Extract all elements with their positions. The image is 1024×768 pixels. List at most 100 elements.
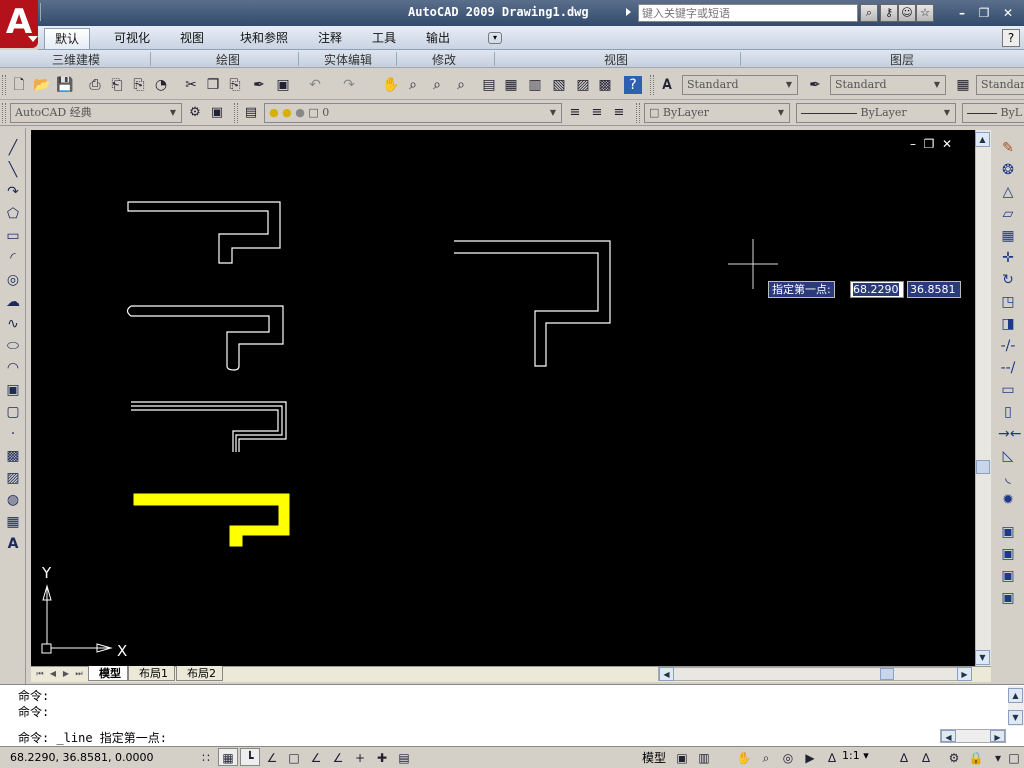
last-layout-icon[interactable]: ⏭: [73, 667, 85, 680]
panel-solid-edit[interactable]: 实体编辑: [324, 51, 372, 68]
next-layout-icon[interactable]: ▶: [60, 667, 72, 680]
toolbar-lock-icon[interactable]: ▣: [208, 104, 226, 122]
calculator-icon[interactable]: ▩: [596, 76, 614, 94]
help-icon[interactable]: ?: [624, 76, 642, 94]
block-editor-icon[interactable]: ▣: [274, 76, 292, 94]
drawing-area[interactable]: Y X: [31, 130, 975, 666]
quick-access-toolbar[interactable]: [40, 3, 52, 21]
extend-icon[interactable]: --/: [998, 358, 1018, 378]
lock-icon[interactable]: 🔒: [966, 748, 986, 766]
minimize-icon[interactable]: –: [954, 6, 970, 20]
layer-manager-icon[interactable]: ▤: [242, 104, 260, 122]
restore-icon[interactable]: ❐: [976, 6, 992, 20]
layer-select[interactable]: ● ● ● □ 0 ▼: [264, 103, 562, 123]
annotation-visibility-icon[interactable]: ∆: [894, 748, 914, 766]
explode-icon[interactable]: ✹: [998, 490, 1018, 510]
ortho-mode-icon[interactable]: ┗: [240, 748, 260, 766]
viewport-restore-icon[interactable]: ❐: [924, 137, 935, 151]
clean-screen-icon[interactable]: □: [1004, 748, 1024, 766]
zoom-realtime-icon[interactable]: ⌕: [404, 76, 422, 94]
previous-layout-icon[interactable]: ◀: [47, 667, 59, 680]
quick-view-layouts-icon[interactable]: ▣: [672, 748, 692, 766]
panel-3d-modeling[interactable]: 三维建模: [52, 51, 100, 68]
object-snap-tracking-icon[interactable]: ∠: [306, 748, 326, 766]
cut-icon[interactable]: ✂: [182, 76, 200, 94]
tab-view[interactable]: 视图: [170, 28, 214, 49]
break-icon[interactable]: ▯: [998, 402, 1018, 422]
plot-preview-icon[interactable]: ⎗: [108, 76, 126, 94]
tab-tools[interactable]: 工具: [362, 28, 406, 49]
search-icon[interactable]: ⌕: [860, 4, 878, 22]
dynamic-input-icon[interactable]: +: [350, 748, 370, 766]
scroll-left-icon[interactable]: ◀: [659, 667, 674, 681]
offset-icon[interactable]: ▱: [998, 204, 1018, 224]
help-icon[interactable]: ?: [1002, 29, 1020, 47]
panel-draw[interactable]: 绘图: [216, 51, 240, 68]
annotation-scale-value[interactable]: 1:1 ▾: [842, 749, 869, 762]
tab-model[interactable]: 模型: [88, 666, 128, 681]
spline-icon[interactable]: ∿: [4, 314, 22, 334]
tab-output[interactable]: 输出: [416, 28, 460, 49]
scroll-left-icon[interactable]: ◀: [941, 730, 956, 742]
save-icon[interactable]: 💾: [56, 76, 74, 94]
circle-icon[interactable]: ◎: [4, 270, 22, 290]
fillet-icon[interactable]: ◟: [998, 468, 1018, 488]
match-properties-icon[interactable]: ✒: [250, 76, 268, 94]
mirror-icon[interactable]: △: [998, 182, 1018, 202]
scroll-right-icon[interactable]: ▶: [990, 730, 1005, 742]
open-icon[interactable]: 📂: [33, 76, 51, 94]
horizontal-scrollbar[interactable]: [658, 667, 972, 681]
layer-isolate-icon[interactable]: ≡: [610, 104, 628, 122]
array-icon[interactable]: ▦: [998, 226, 1018, 246]
ellipse-arc-icon[interactable]: ◠: [4, 358, 22, 378]
table-style-icon[interactable]: ▦: [954, 76, 972, 94]
first-layout-icon[interactable]: ⏮: [34, 667, 46, 680]
join-icon[interactable]: →←: [998, 424, 1021, 444]
rectangle-icon[interactable]: ▭: [4, 226, 22, 246]
pan-icon[interactable]: ✋: [734, 748, 754, 766]
copy-object-icon[interactable]: ❂: [998, 160, 1018, 180]
revision-cloud-icon[interactable]: ☁: [4, 292, 22, 312]
zoom-icon[interactable]: ⌕: [756, 748, 776, 766]
scroll-down-icon[interactable]: ▼: [975, 650, 990, 665]
dim-style-select[interactable]: Standard ▼: [830, 75, 946, 95]
rotate-icon[interactable]: ↻: [998, 270, 1018, 290]
properties-icon[interactable]: ▤: [480, 76, 498, 94]
scale-icon[interactable]: ◳: [998, 292, 1018, 312]
horizontal-scroll-thumb[interactable]: [880, 668, 894, 680]
3d-dwf-icon[interactable]: ◔: [152, 76, 170, 94]
viewport-close-icon[interactable]: ✕: [942, 137, 952, 151]
text-style-icon[interactable]: 𝐀: [658, 76, 676, 94]
panel-view[interactable]: 视图: [604, 51, 628, 68]
table-style-select[interactable]: Standar: [976, 75, 1024, 95]
publish-icon[interactable]: ⎘: [130, 76, 148, 94]
tab-blocks[interactable]: 块和参照: [230, 28, 298, 49]
text-style-select[interactable]: Standard ▼: [682, 75, 798, 95]
model-space-button[interactable]: 模型: [642, 749, 666, 766]
send-under-icon[interactable]: ▣: [998, 588, 1018, 608]
scroll-up-icon[interactable]: ▲: [975, 132, 990, 147]
close-icon[interactable]: ✕: [1000, 6, 1016, 20]
move-icon[interactable]: ✛: [998, 248, 1018, 268]
design-center-icon[interactable]: ▦: [502, 76, 520, 94]
scroll-down-icon[interactable]: ▼: [1008, 710, 1023, 725]
tool-palettes-icon[interactable]: ▥: [526, 76, 544, 94]
viewport-minimize-icon[interactable]: –: [910, 137, 916, 151]
construction-line-icon[interactable]: ╲: [4, 160, 22, 180]
scroll-right-icon[interactable]: ▶: [957, 667, 972, 681]
toolbar-grip[interactable]: [2, 75, 6, 95]
lineweight-toggle-icon[interactable]: ✚: [372, 748, 392, 766]
snap-mode-icon[interactable]: ∷: [196, 748, 216, 766]
workspace-select[interactable]: AutoCAD 经典 ▼: [10, 103, 182, 123]
new-icon[interactable]: 🗋: [10, 76, 28, 94]
polyline-icon[interactable]: ↷: [4, 182, 22, 202]
zoom-window-icon[interactable]: ⌕: [428, 76, 446, 94]
point-icon[interactable]: ·: [4, 424, 22, 444]
polygon-icon[interactable]: ⬠: [4, 204, 22, 224]
pan-icon[interactable]: ✋: [382, 76, 400, 94]
region-icon[interactable]: ◍: [4, 490, 22, 510]
bring-above-icon[interactable]: ▣: [998, 566, 1018, 586]
make-block-icon[interactable]: ▢: [4, 402, 22, 422]
showmotion-icon[interactable]: ▶: [800, 748, 820, 766]
make-current-layer-icon[interactable]: ≡: [566, 104, 584, 122]
